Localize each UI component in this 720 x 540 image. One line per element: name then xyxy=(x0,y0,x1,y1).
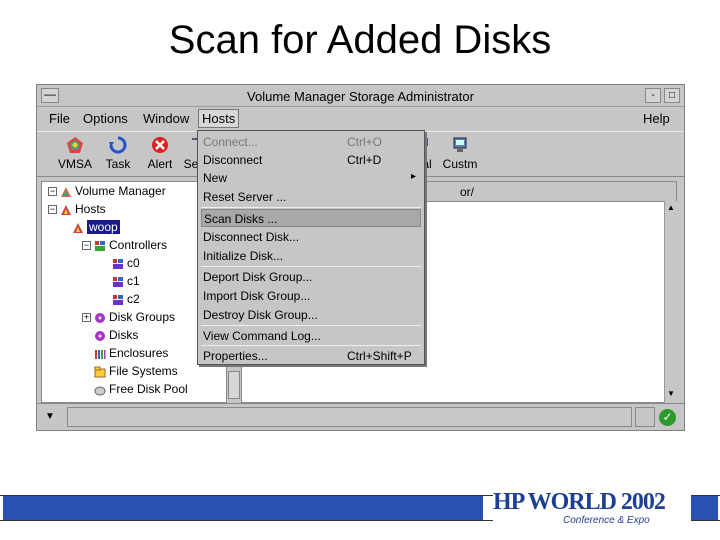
collapse-icon[interactable]: − xyxy=(48,187,57,197)
task-icon xyxy=(109,136,127,154)
tree-node-free-disk-pool[interactable]: Free Disk Pool xyxy=(94,382,188,396)
list-scrollbar[interactable]: ▲ ▼ xyxy=(664,201,677,403)
status-indicator-field xyxy=(635,407,655,427)
volume-manager-icon xyxy=(61,186,71,197)
check-icon: ✓ xyxy=(659,409,676,426)
tree-scrollbar-thumb[interactable] xyxy=(228,371,240,399)
minimize-button[interactable]: - xyxy=(645,88,661,103)
status-bar: ▼ ✓ xyxy=(37,403,684,430)
file-systems-icon xyxy=(94,366,106,378)
menu-options[interactable]: Options xyxy=(83,111,128,126)
tree-node-controller-c2[interactable]: c2 xyxy=(112,292,140,306)
logo-title: HP WORLD 2002 xyxy=(493,489,666,515)
slide-title: Scan for Added Disks xyxy=(168,18,552,62)
logo-subtitle: Conference & Expo xyxy=(563,515,650,526)
tree-node-file-systems[interactable]: File Systems xyxy=(94,364,178,378)
alert-button-label: Alert xyxy=(147,157,173,171)
menu-item-scan-disks[interactable]: Scan Disks ... xyxy=(201,209,421,227)
menu-bar: File Options Window Hosts Help xyxy=(37,107,684,129)
window-title: Volume Manager Storage Administrator xyxy=(247,89,474,104)
tree-node-host-woop[interactable]: woop xyxy=(72,220,120,234)
host-icon xyxy=(73,222,83,233)
menu-help[interactable]: Help xyxy=(643,111,670,126)
footer-blue-band-right xyxy=(688,496,718,520)
tree-node-disk-groups[interactable]: + Disk Groups xyxy=(82,310,175,324)
tree-node-volume-manager[interactable]: − Volume Manager xyxy=(48,184,166,198)
controllers-icon xyxy=(95,240,105,251)
disk-groups-icon xyxy=(95,312,105,323)
scroll-down-arrow-icon[interactable]: ▼ xyxy=(666,389,676,399)
menu-hosts[interactable]: Hosts xyxy=(198,109,240,128)
menu-separator xyxy=(201,325,421,326)
status-message-field xyxy=(67,407,632,427)
hosts-icon xyxy=(61,204,71,215)
menu-separator xyxy=(201,207,421,208)
customize-button-label: Custm xyxy=(442,157,478,171)
controller-icon xyxy=(113,294,123,305)
menu-separator xyxy=(201,345,421,346)
free-disk-pool-icon xyxy=(94,386,106,396)
menu-file[interactable]: File xyxy=(49,111,70,126)
menu-item-connect[interactable]: Connect... Ctrl+O xyxy=(201,133,421,151)
menu-item-destroy-disk-group[interactable]: Destroy Disk Group... xyxy=(201,306,421,324)
customize-icon xyxy=(453,137,467,152)
disks-icon xyxy=(95,330,105,341)
tree-node-controllers[interactable]: − Controllers xyxy=(82,238,167,252)
task-button-label: Task xyxy=(105,157,131,171)
tree-node-controller-c0[interactable]: c0 xyxy=(112,256,140,270)
collapse-icon[interactable]: − xyxy=(48,205,57,215)
alert-button[interactable]: Alert xyxy=(145,136,175,174)
vmsa-icon xyxy=(67,137,83,153)
menu-item-deport-disk-group[interactable]: Deport Disk Group... xyxy=(201,268,421,286)
menu-item-reset-server[interactable]: Reset Server ... xyxy=(201,188,421,206)
title-bar: — Volume Manager Storage Administrator -… xyxy=(37,85,684,107)
task-button[interactable]: Task xyxy=(103,136,133,174)
alert-icon xyxy=(152,137,168,153)
submenu-arrow-icon: ▸ xyxy=(411,171,417,182)
menu-item-import-disk-group[interactable]: Import Disk Group... xyxy=(201,287,421,305)
menu-item-initialize-disk[interactable]: Initialize Disk... xyxy=(201,247,421,265)
column-header-label: or/ xyxy=(460,185,475,199)
menu-item-new[interactable]: New ▸ xyxy=(201,169,421,187)
menu-item-properties[interactable]: Properties... Ctrl+Shift+P xyxy=(201,347,421,365)
status-toggle-icon[interactable]: ▼ xyxy=(45,411,55,422)
controller-icon xyxy=(113,276,123,287)
menu-window[interactable]: Window xyxy=(143,111,189,126)
menu-item-disconnect-disk[interactable]: Disconnect Disk... xyxy=(201,228,421,246)
hp-world-logo: HP WORLD 2002 Conference & Expo xyxy=(493,487,691,529)
hosts-menu-dropdown: Connect... Ctrl+O Disconnect Ctrl+D New … xyxy=(197,130,425,365)
expand-icon[interactable]: + xyxy=(82,313,91,323)
tree-node-enclosures[interactable]: Enclosures xyxy=(94,346,168,360)
menu-item-view-command-log[interactable]: View Command Log... xyxy=(201,327,421,345)
controller-icon xyxy=(113,258,123,269)
collapse-icon[interactable]: − xyxy=(82,241,91,251)
tree-node-disks[interactable]: Disks xyxy=(94,328,138,342)
customize-button[interactable]: Custm xyxy=(440,136,480,174)
vmsa-button-label: VMSA xyxy=(57,157,92,171)
tree-node-hosts[interactable]: − Hosts xyxy=(48,202,106,216)
vmsa-button[interactable]: VMSA xyxy=(57,136,93,174)
menu-item-disconnect[interactable]: Disconnect Ctrl+D xyxy=(201,151,421,169)
tree-node-controller-c1[interactable]: c1 xyxy=(112,274,140,288)
scroll-up-arrow-icon[interactable]: ▲ xyxy=(666,203,676,213)
enclosures-icon xyxy=(95,349,106,359)
footer-blue-band-left xyxy=(3,496,483,520)
maximize-button[interactable]: □ xyxy=(664,88,680,103)
menu-separator xyxy=(201,266,421,267)
